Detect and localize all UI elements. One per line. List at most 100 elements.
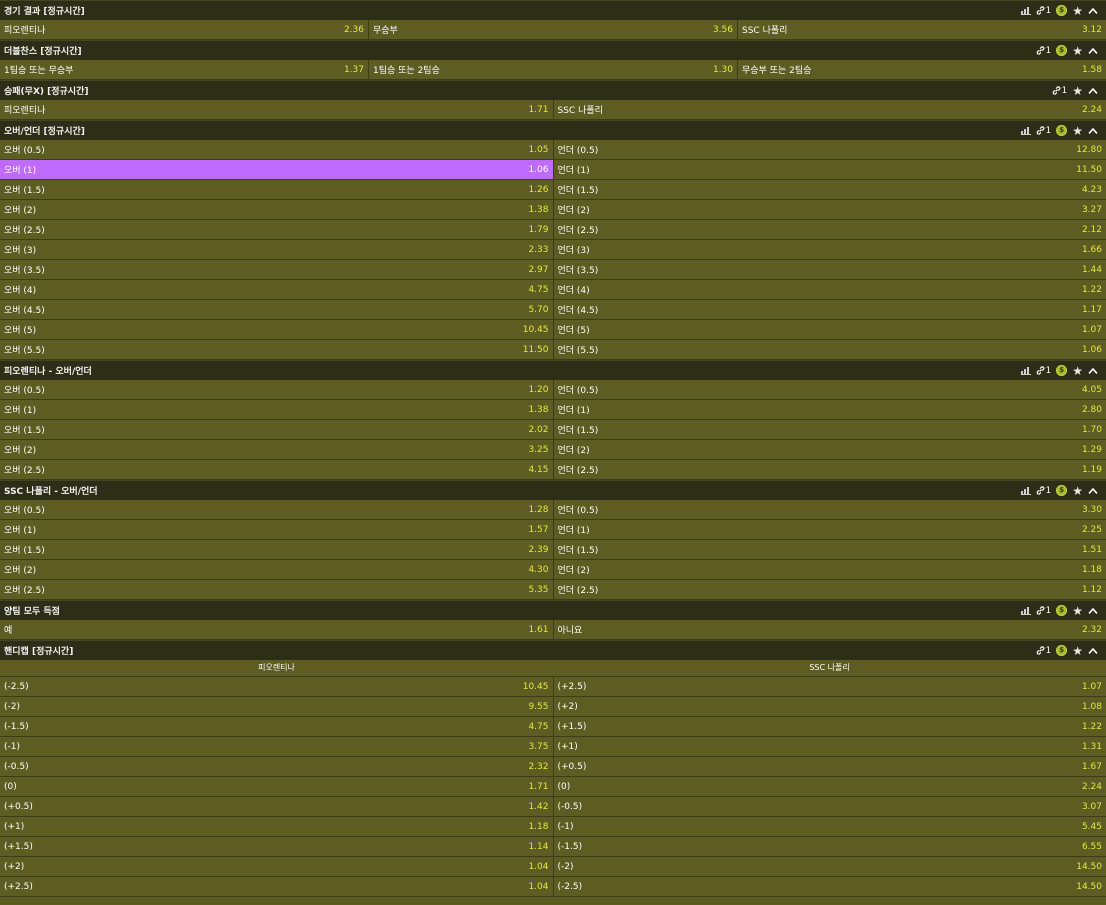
odds-cell[interactable]: 무승부 또는 2팀승 1.58 [738,60,1106,80]
odds-cell[interactable]: SSC 나폴리 3.12 [738,20,1106,40]
coin-icon[interactable]: $ [1056,605,1068,616]
star-icon[interactable]: ★ [1072,485,1083,497]
odds-cell[interactable]: 언더 (3.5) 1.44 [553,260,1106,280]
odds-cell[interactable]: (0) 1.71 [0,777,554,797]
odds-cell[interactable]: 오버 (4) 4.75 [0,280,554,300]
odds-cell[interactable]: (-0.5) 2.32 [0,757,554,777]
odds-cell[interactable]: 오버 (2) 4.30 [0,560,554,580]
odds-cell[interactable]: 오버 (5) 10.45 [0,320,554,340]
star-icon[interactable]: ★ [1072,45,1083,57]
star-icon[interactable]: ★ [1072,605,1083,617]
chevron-up-icon[interactable] [1088,7,1098,15]
chevron-up-icon[interactable] [1088,47,1098,55]
odds-cell[interactable]: 언더 (5.5) 1.06 [553,340,1106,360]
market-header[interactable]: 더블찬스 [정규시간] 1 $ ★ [0,40,1106,60]
odds-cell[interactable]: (+1) 1.31 [553,737,1106,757]
odds-cell[interactable]: 언더 (2.5) 2.12 [553,220,1106,240]
odds-cell[interactable]: 오버 (2.5) 5.35 [0,580,554,600]
odds-cell[interactable]: 오버 (3.5) 2.97 [0,260,554,280]
odds-cell[interactable]: 피오렌티나 2.36 [0,20,369,40]
odds-cell[interactable]: 오버 (1.5) 1.26 [0,180,554,200]
odds-cell[interactable]: 언더 (4) 1.22 [553,280,1106,300]
odds-cell[interactable]: (-1) 5.45 [553,817,1106,837]
chevron-up-icon[interactable] [1088,647,1098,655]
odds-cell[interactable]: 언더 (0.5) 4.05 [553,380,1106,400]
bar-chart-icon[interactable] [1020,6,1031,15]
odds-cell[interactable]: 오버 (0.5) 1.28 [0,500,554,520]
coin-icon[interactable]: $ [1056,485,1068,496]
star-icon[interactable]: ★ [1072,645,1083,657]
odds-cell[interactable]: (+2.5) 1.04 [0,877,554,897]
odds-cell[interactable]: 언더 (1) 11.50 [553,160,1106,180]
coin-icon[interactable]: $ [1056,5,1068,16]
odds-cell[interactable]: 오버 (2.5) 1.79 [0,220,554,240]
odds-cell[interactable]: 언더 (2) 3.27 [553,200,1106,220]
odds-cell[interactable]: 오버 (1) 1.06 [0,160,554,180]
related-link-count[interactable]: 1 [1036,646,1051,656]
chevron-up-icon[interactable] [1088,367,1098,375]
coin-icon[interactable]: $ [1056,365,1068,376]
coin-icon[interactable]: $ [1056,125,1068,136]
odds-cell[interactable]: (-2.5) 10.45 [0,677,554,697]
bar-chart-icon[interactable] [1020,126,1031,135]
odds-cell[interactable]: (+2.5) 1.07 [553,677,1106,697]
odds-cell[interactable]: 오버 (1.5) 2.39 [0,540,554,560]
odds-cell[interactable]: 오버 (2) 3.25 [0,440,554,460]
odds-cell[interactable]: (+1.5) 1.22 [553,717,1106,737]
odds-cell[interactable]: 언더 (1) 2.80 [553,400,1106,420]
odds-cell[interactable]: (-2) 14.50 [553,857,1106,877]
market-header[interactable]: 피오렌티나 - 오버/언더 1 $ ★ [0,360,1106,380]
odds-cell[interactable]: 언더 (1.5) 1.70 [553,420,1106,440]
odds-cell[interactable]: 언더 (1) 2.25 [553,520,1106,540]
bar-chart-icon[interactable] [1020,606,1031,615]
star-icon[interactable]: ★ [1072,85,1083,97]
odds-cell[interactable]: 예 1.61 [0,620,554,640]
odds-cell[interactable]: 피오렌티나 1.71 [0,100,554,120]
odds-cell[interactable]: (-1.5) 4.75 [0,717,554,737]
chevron-up-icon[interactable] [1088,487,1098,495]
odds-cell[interactable]: 오버 (0.5) 1.05 [0,140,554,160]
chevron-up-icon[interactable] [1088,127,1098,135]
odds-cell[interactable]: 언더 (0.5) 12.80 [553,140,1106,160]
odds-cell[interactable]: 언더 (3) 1.66 [553,240,1106,260]
related-link-count[interactable]: 1 [1036,366,1051,376]
odds-cell[interactable]: 오버 (2) 1.38 [0,200,554,220]
odds-cell[interactable]: (-2) 9.55 [0,697,554,717]
odds-cell[interactable]: (-0.5) 3.07 [553,797,1106,817]
odds-cell[interactable]: 언더 (1.5) 1.51 [553,540,1106,560]
odds-cell[interactable]: 언더 (2.5) 1.19 [553,460,1106,480]
market-header[interactable]: 양팀 모두 득점 1 $ ★ [0,600,1106,620]
market-header[interactable]: 경기 결과 [정규시간] 1 $ ★ [0,0,1106,20]
coin-icon[interactable]: $ [1056,645,1068,656]
market-header[interactable]: 핸디캡 [정규시간] 1 $ ★ [0,640,1106,660]
odds-cell[interactable]: (+0.5) 1.42 [0,797,554,817]
odds-cell[interactable]: 언더 (0.5) 3.30 [553,500,1106,520]
related-link-count[interactable]: 1 [1036,46,1051,56]
market-header[interactable]: SSC 나폴리 - 오버/언더 1 $ ★ [0,480,1106,500]
odds-cell[interactable]: 오버 (0.5) 1.20 [0,380,554,400]
chevron-up-icon[interactable] [1088,87,1098,95]
related-link-count[interactable]: 1 [1036,6,1051,16]
odds-cell[interactable]: 오버 (2.5) 4.15 [0,460,554,480]
odds-cell[interactable]: 오버 (1) 1.38 [0,400,554,420]
odds-cell[interactable]: 오버 (3) 2.33 [0,240,554,260]
odds-cell[interactable]: 언더 (5) 1.07 [553,320,1106,340]
market-header[interactable]: 오버/언더 [정규시간] 1 $ ★ [0,120,1106,140]
odds-cell[interactable]: 오버 (5.5) 11.50 [0,340,554,360]
odds-cell[interactable]: (0) 2.24 [553,777,1106,797]
odds-cell[interactable]: 1팀승 또는 2팀승 1.30 [369,60,738,80]
odds-cell[interactable]: 언더 (1.5) 4.23 [553,180,1106,200]
odds-cell[interactable]: SSC 나폴리 2.24 [553,100,1106,120]
star-icon[interactable]: ★ [1072,365,1083,377]
coin-icon[interactable]: $ [1056,45,1068,56]
odds-cell[interactable]: 오버 (1.5) 2.02 [0,420,554,440]
related-link-count[interactable]: 1 [1036,486,1051,496]
odds-cell[interactable]: 무승부 3.56 [369,20,738,40]
odds-cell[interactable]: 오버 (4.5) 5.70 [0,300,554,320]
odds-cell[interactable]: 오버 (1) 1.57 [0,520,554,540]
odds-cell[interactable]: 아니요 2.32 [553,620,1106,640]
odds-cell[interactable]: (+1.5) 1.14 [0,837,554,857]
star-icon[interactable]: ★ [1072,5,1083,17]
bar-chart-icon[interactable] [1020,486,1031,495]
odds-cell[interactable]: (-1) 3.75 [0,737,554,757]
